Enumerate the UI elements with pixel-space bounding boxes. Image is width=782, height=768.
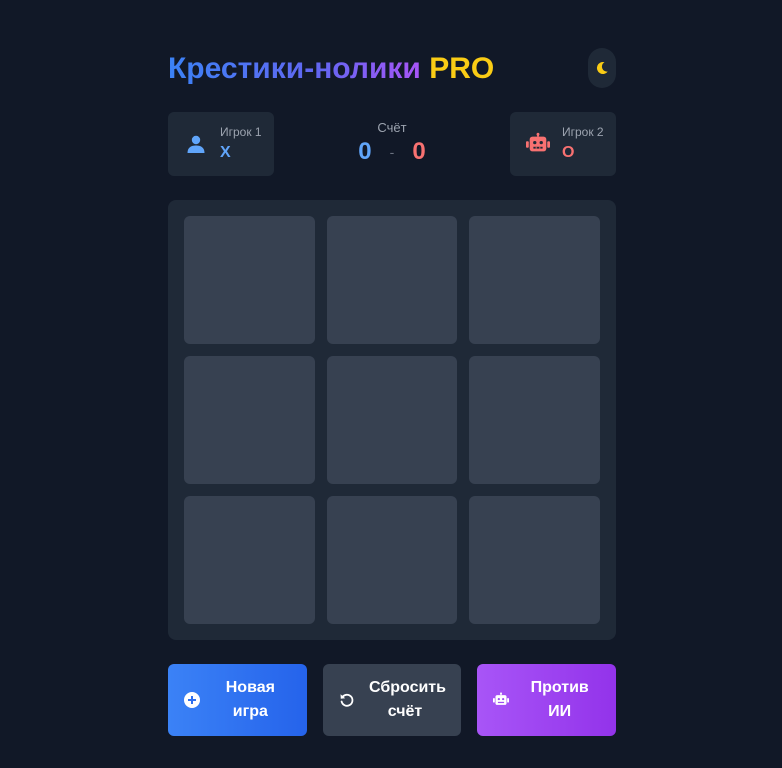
player-1-mark: X [220, 144, 231, 161]
board-cell-2[interactable] [326, 216, 458, 344]
player-1-name: Игрок 1 [220, 125, 262, 139]
theme-toggle-button[interactable] [588, 48, 616, 88]
board-cell-4[interactable] [184, 356, 315, 484]
board-cell-6[interactable] [469, 356, 600, 484]
app: Крестики-нолики PRO Игрок 1 X Счёт 0 - 0 [168, 48, 617, 736]
score-separator: - [389, 144, 395, 160]
robot-icon [526, 132, 550, 156]
header: Крестики-нолики PRO [168, 48, 616, 88]
reset-score-label: Сбросить счёт [369, 679, 446, 720]
user-icon [184, 132, 208, 156]
game-board [168, 200, 616, 640]
board-cell-3[interactable] [469, 216, 600, 344]
controls: Новая игра Сбросить счёт Против ИИ [168, 664, 617, 736]
undo-icon [339, 692, 355, 708]
robot-icon [493, 692, 510, 708]
new-game-label: Новая игра [225, 679, 275, 720]
reset-score-button[interactable]: Сбросить счёт [322, 664, 462, 736]
vs-ai-label: Против ИИ [530, 679, 589, 720]
score-panel: Счёт 0 - 0 [342, 120, 442, 166]
board-cell-8[interactable] [326, 496, 458, 624]
new-game-button[interactable]: Новая игра [168, 664, 307, 736]
player-card-1: Игрок 1 X [168, 112, 274, 176]
player-2-name: Игрок 2 [562, 125, 604, 139]
score-label: Счёт [377, 120, 407, 135]
title-main: Крестики-нолики [168, 52, 421, 85]
plus-circle-icon [184, 692, 200, 708]
page-title: Крестики-нолики PRO [168, 50, 494, 88]
score-o: 0 [412, 138, 426, 165]
board-cell-7[interactable] [184, 496, 315, 624]
score-row: 0 - 0 [342, 138, 442, 166]
player-card-2: Игрок 2 O [510, 112, 616, 176]
board-cell-9[interactable] [469, 496, 600, 624]
moon-icon [596, 61, 608, 74]
board-cell-1[interactable] [184, 216, 315, 344]
vs-ai-button[interactable]: Против ИИ [477, 664, 617, 736]
player-2-mark: O [562, 144, 575, 161]
score-x: 0 [358, 138, 372, 165]
board-cell-5[interactable] [326, 356, 458, 484]
title-accent: PRO [429, 52, 495, 85]
scoreboard: Игрок 1 X Счёт 0 - 0 Игрок 2 O [168, 112, 616, 176]
